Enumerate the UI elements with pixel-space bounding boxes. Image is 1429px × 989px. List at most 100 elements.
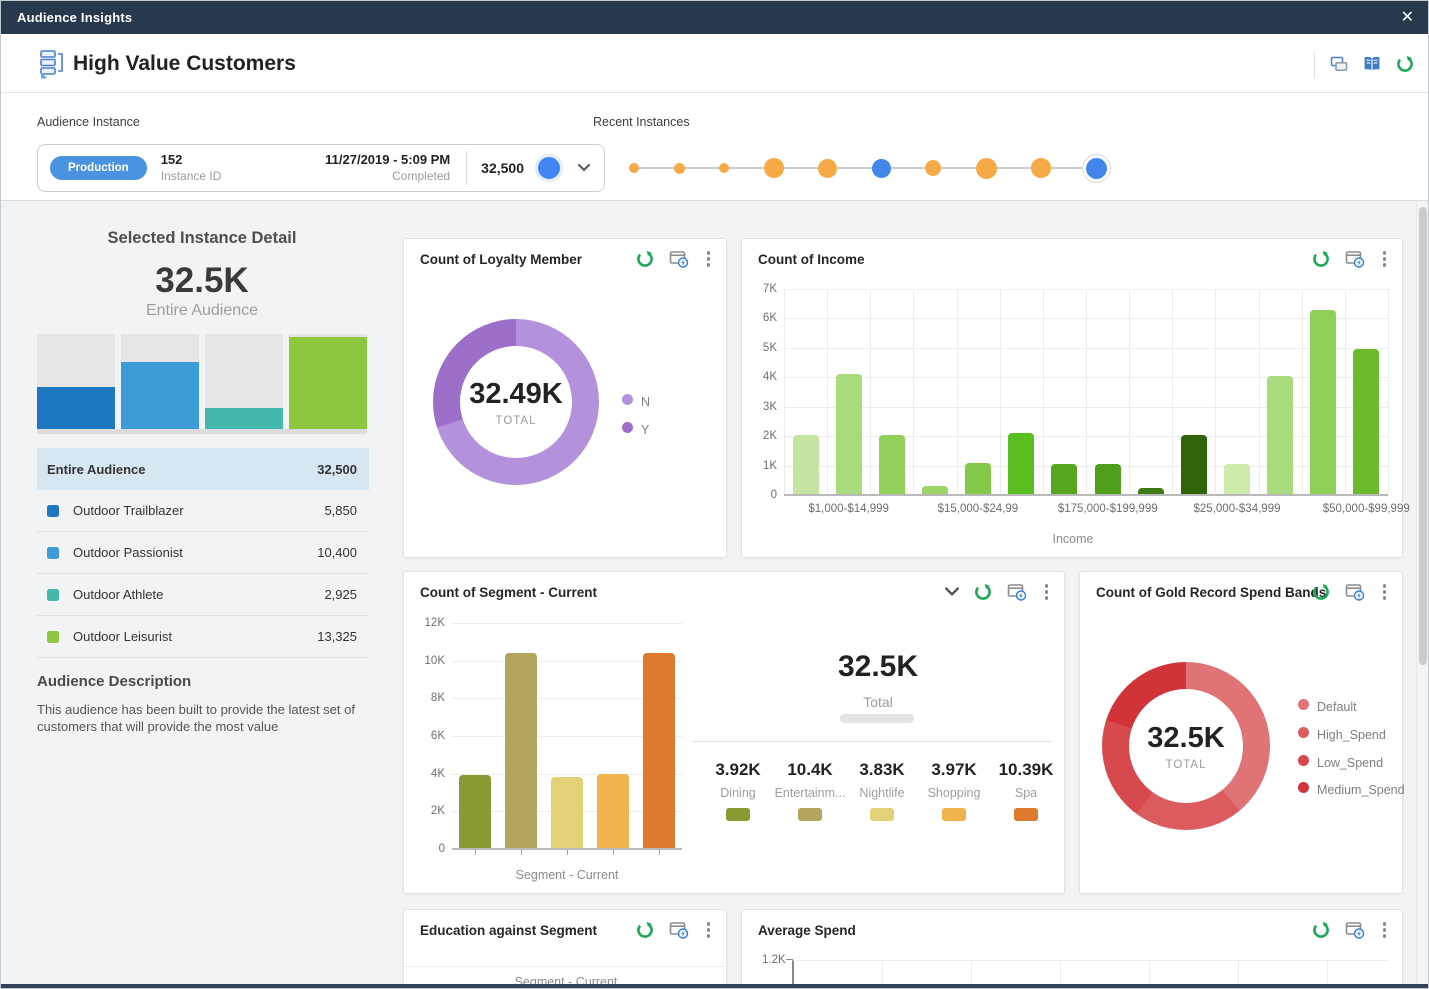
card-title: Count of Loyalty Member: [420, 252, 582, 267]
bar[interactable]: [1008, 433, 1034, 495]
bar[interactable]: [459, 775, 491, 849]
gold-donut-chart[interactable]: 32.5K TOTAL: [1102, 662, 1270, 830]
gridline: [827, 289, 828, 495]
kebab-menu-icon[interactable]: [703, 249, 715, 269]
loyalty-donut-chart[interactable]: 32.49K TOTAL: [433, 319, 599, 485]
refresh-icon[interactable]: [1394, 54, 1416, 74]
legend-item[interactable]: High_Spend: [1298, 726, 1405, 745]
chevron-down-icon[interactable]: [578, 164, 590, 172]
refresh-icon[interactable]: [635, 920, 655, 940]
card-education-against-segment: Education against Segment Segment - Curr…: [403, 909, 727, 989]
export-run-icon[interactable]: [1345, 920, 1365, 940]
segment-color-swatch: [47, 631, 59, 643]
x-axis-label: $1,000-$14,999: [808, 503, 889, 515]
bar[interactable]: [1310, 310, 1336, 495]
income-bar-chart[interactable]: 7K6K5K4K3K2K1K0: [784, 289, 1388, 495]
list-item[interactable]: Entire Audience32,500: [37, 448, 369, 490]
refresh-icon[interactable]: [973, 582, 993, 602]
instance-dot[interactable]: [818, 159, 837, 178]
page-scrollbar-thumb[interactable]: [1419, 207, 1427, 665]
gridline: [1259, 289, 1260, 495]
axis-tick-mark: [521, 850, 522, 855]
bar[interactable]: [597, 774, 629, 849]
legend-item[interactable]: Low_Spend: [1298, 754, 1405, 773]
list-item-label: Entire Audience: [47, 462, 317, 477]
card-title: Average Spend: [758, 923, 856, 938]
axis-tick-mark: [613, 850, 614, 855]
export-run-icon[interactable]: [669, 920, 689, 940]
bar[interactable]: [643, 653, 675, 849]
window-title-bar: Audience Insights ✕: [1, 1, 1429, 34]
segment-bar-chart[interactable]: 12K10K8K6K4K2K0: [452, 623, 682, 849]
segment-color-swatch: [47, 589, 59, 601]
book-icon[interactable]: [1361, 54, 1383, 74]
chevron-down-icon[interactable]: [945, 582, 959, 602]
list-item[interactable]: Outdoor Athlete2,925: [37, 574, 369, 616]
legend-item[interactable]: N: [622, 393, 729, 412]
list-item[interactable]: Outdoor Passionist10,400: [37, 532, 369, 574]
refresh-icon[interactable]: [635, 249, 655, 269]
legend-dot: [622, 394, 633, 405]
legend-item[interactable]: Default: [1298, 698, 1405, 717]
export-run-icon[interactable]: [669, 249, 689, 269]
bar[interactable]: [1095, 464, 1121, 495]
list-item-value: 13,325: [317, 629, 357, 644]
instance-dot[interactable]: [629, 163, 639, 173]
export-run-icon[interactable]: [1345, 249, 1365, 269]
page-scrollbar-track[interactable]: [1416, 201, 1428, 989]
list-item[interactable]: Outdoor Leisurist13,325: [37, 616, 369, 658]
copy-icon[interactable]: [1328, 54, 1350, 74]
bar[interactable]: [1267, 376, 1293, 495]
bar[interactable]: [836, 374, 862, 495]
instance-dot[interactable]: [1031, 158, 1051, 178]
instance-dot[interactable]: [764, 158, 784, 178]
legend-item[interactable]: Y: [622, 421, 729, 440]
instance-dot[interactable]: [719, 163, 729, 173]
y-axis-tick: 3K: [763, 401, 784, 413]
instance-dot[interactable]: [925, 160, 941, 176]
x-axis-label: $25,000-$34,999: [1194, 503, 1281, 515]
kebab-menu-icon[interactable]: [1379, 920, 1391, 940]
legend-dot: [622, 422, 633, 433]
list-item[interactable]: Outdoor Trailblazer5,850: [37, 490, 369, 532]
refresh-icon[interactable]: [1311, 249, 1331, 269]
card-title: Education against Segment: [420, 923, 597, 938]
refresh-icon[interactable]: [1311, 582, 1331, 602]
instance-dot[interactable]: [872, 159, 891, 178]
export-run-icon[interactable]: [1345, 582, 1365, 602]
close-icon[interactable]: ✕: [1401, 10, 1414, 26]
segment-total-progress: [840, 714, 914, 723]
legend-item[interactable]: Medium_Spend: [1298, 781, 1405, 800]
kebab-menu-icon[interactable]: [703, 920, 715, 940]
audience-instance-selector[interactable]: Production 152 Instance ID 11/27/2019 - …: [37, 144, 605, 192]
page-header: High Value Customers: [1, 34, 1429, 93]
kebab-menu-icon[interactable]: [1379, 582, 1391, 602]
instance-dot[interactable]: [674, 163, 685, 174]
instance-dot[interactable]: [976, 158, 997, 179]
bar[interactable]: [505, 653, 537, 849]
bar[interactable]: [551, 777, 583, 849]
export-run-icon[interactable]: [1007, 582, 1027, 602]
bar[interactable]: [1051, 464, 1077, 495]
refresh-icon[interactable]: [1311, 920, 1331, 940]
bar[interactable]: [879, 435, 905, 495]
y-axis-tick: 1K: [763, 460, 784, 472]
y-axis-tick: 4K: [763, 371, 784, 383]
bar[interactable]: [965, 463, 991, 495]
legend-label: Medium_Spend: [1317, 781, 1405, 800]
kebab-menu-icon[interactable]: [1379, 249, 1391, 269]
income-x-axis-labels: $1,000-$14,999$15,000-$24,99$175,000-$19…: [784, 503, 1388, 519]
gridline: [1345, 289, 1346, 495]
legend-label: High_Spend: [1317, 726, 1405, 745]
kebab-menu-icon[interactable]: [1041, 582, 1053, 602]
instance-dot-selected[interactable]: [1086, 158, 1107, 179]
x-axis-label: $15,000-$24,99: [938, 503, 1019, 515]
bar[interactable]: [1181, 435, 1207, 495]
y-axis-tick: 12K: [425, 617, 452, 629]
bar[interactable]: [1224, 464, 1250, 495]
bar[interactable]: [1353, 349, 1379, 495]
stat-item[interactable]: 10.39KSpa: [984, 760, 1068, 821]
stat-color-swatch: [870, 808, 894, 821]
window-bottom-edge: [1, 984, 1429, 988]
bar[interactable]: [793, 435, 819, 495]
